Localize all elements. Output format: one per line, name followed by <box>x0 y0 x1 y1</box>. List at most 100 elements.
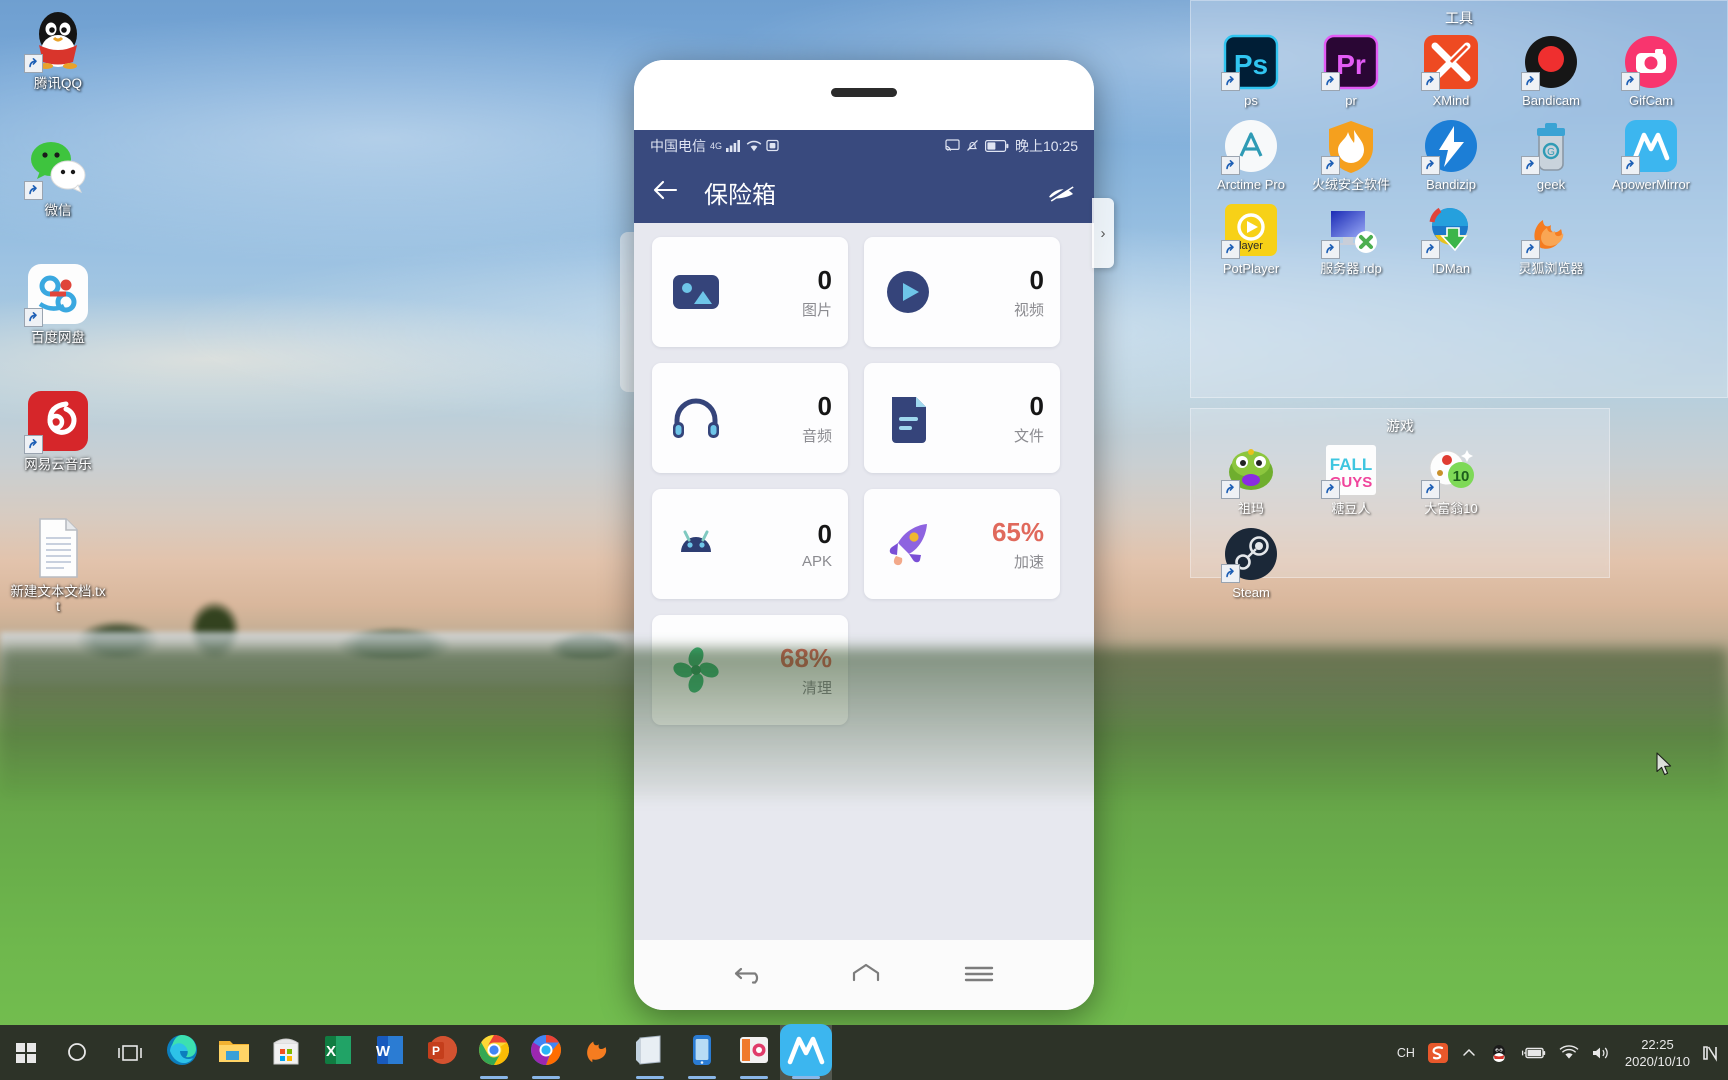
headphones-icon <box>668 390 724 446</box>
shortcut-overlay-icon <box>24 308 43 327</box>
folder-item-pr[interactable]: Pr pr <box>1301 34 1401 108</box>
folder-item-IDMan[interactable]: IDMan <box>1401 202 1501 276</box>
nav-home-icon[interactable] <box>849 961 883 990</box>
folder-item-祖玛[interactable]: 祖玛 <box>1201 442 1301 516</box>
folder-item-Bandizip[interactable]: Bandizip <box>1401 118 1501 192</box>
start-button[interactable] <box>0 1025 52 1080</box>
desktop-icon-4[interactable]: 网易云音乐 <box>10 389 106 472</box>
nav-back-icon[interactable] <box>734 961 768 990</box>
vault-card-meta: 0 音频 <box>724 391 832 446</box>
video-play-icon <box>880 264 936 320</box>
ime-indicator[interactable]: CH <box>1397 1046 1415 1060</box>
signal-icon <box>726 139 742 152</box>
vault-card-value: 0 <box>817 390 832 421</box>
text-file-icon <box>26 516 90 580</box>
vault-card-APK[interactable]: 0 APK <box>652 489 848 599</box>
wifi-tray-icon[interactable] <box>1559 1044 1579 1061</box>
vault-card-视频[interactable]: 0 视频 <box>864 237 1060 347</box>
volume-tray-icon[interactable] <box>1591 1045 1613 1061</box>
taskbar-app-apowermirror-phone[interactable] <box>676 1025 728 1080</box>
taskbar-clock[interactable]: 22:25 2020/10/10 <box>1625 1036 1690 1070</box>
mirror-expand-tab[interactable]: › <box>1092 198 1114 268</box>
vault-card-value: 68% <box>779 642 832 673</box>
vault-card-caption: 音频 <box>801 427 832 445</box>
desktop-icon-label: 微信 <box>44 203 72 218</box>
vault-card-图片[interactable]: 0 图片 <box>652 237 848 347</box>
action-center-icon[interactable] <box>1702 1044 1720 1062</box>
taskbar-app-chrome[interactable] <box>468 1025 520 1080</box>
vault-card-文件[interactable]: 0 文件 <box>864 363 1060 473</box>
folder-item-Arctime Pro[interactable]: Arctime Pro <box>1201 118 1301 192</box>
status-carrier: 中国电信 <box>650 137 706 154</box>
phone-mirror-window[interactable]: 中国电信 4G 晚上10:25 保险箱 0 图片 0 视频 0 音频 0 文件 … <box>634 60 1094 1010</box>
games-folder-panel[interactable]: 游戏 祖玛 FALL GUYS 糖豆人 10 大富翁10 Steam <box>1190 408 1610 600</box>
folder-item-XMind[interactable]: XMind <box>1401 34 1501 108</box>
search-button[interactable] <box>52 1025 104 1080</box>
folder-item-糖豆人[interactable]: FALL GUYS 糖豆人 <box>1301 442 1401 516</box>
powerpoint-icon: P <box>426 1033 458 1072</box>
taskbar-running-indicator <box>480 1076 508 1079</box>
baidu-netdisk-icon <box>24 262 90 327</box>
folder-item-ApowerMirror[interactable]: ApowerMirror <box>1601 118 1701 192</box>
vault-card-清理[interactable]: 68% 清理 <box>652 615 848 725</box>
folder-item-label: PotPlayer <box>1222 261 1280 276</box>
desktop-icon-1[interactable]: 腾讯QQ <box>10 8 106 91</box>
folder-item-label: 祖玛 <box>1237 501 1264 516</box>
desktop[interactable]: 腾讯QQ 微信 百度网盘 网易云音乐 新建文本文档.txt 工具 Ps ps Pr pr XMi… <box>0 0 1728 1080</box>
battery-charging-icon[interactable] <box>1521 1045 1547 1061</box>
phone-top-bezel <box>634 60 1094 130</box>
task-view-button[interactable] <box>104 1025 156 1080</box>
phone-content-area: 0 图片 0 视频 0 音频 0 文件 0 APK 65% 加速 68% 清理 <box>634 223 1094 940</box>
folder-item-灵狐浏览器[interactable]: 灵狐浏览器 <box>1501 202 1601 276</box>
taskbar-app-chromium[interactable] <box>520 1025 572 1080</box>
folder-item-大富翁10[interactable]: 10 大富翁10 <box>1401 442 1501 516</box>
tools-panel-grid: Ps ps Pr pr XMind Bandicam GifCam Arctime Pro 火绒… <box>1191 28 1727 294</box>
desktop-icon-5[interactable]: 新建文本文档.txt <box>10 516 106 614</box>
taskbar-app-excel[interactable]: X <box>312 1025 364 1080</box>
edge-icon <box>165 1033 199 1072</box>
sogou-pinyin-icon[interactable] <box>1427 1042 1449 1064</box>
folder-item-label: GifCam <box>1628 93 1674 108</box>
folder-item-GifCam[interactable]: GifCam <box>1601 34 1701 108</box>
vault-card-meta: 0 APK <box>724 519 832 570</box>
folder-item-Steam[interactable]: Steam <box>1201 526 1301 600</box>
qq-tray-icon[interactable] <box>1489 1043 1509 1063</box>
taskbar-app-powerpoint[interactable]: P <box>416 1025 468 1080</box>
folder-item-geek[interactable]: Ggeek <box>1501 118 1601 192</box>
vault-card-音频[interactable]: 0 音频 <box>652 363 848 473</box>
windows-taskbar[interactable]: X W P CH 22:25 2020/10/10 <box>0 1024 1728 1080</box>
taskbar-app-edge[interactable] <box>156 1025 208 1080</box>
folder-item-火绒安全软件[interactable]: 火绒安全软件 <box>1301 118 1401 192</box>
folder-item-服务器.rdp[interactable]: 服务器.rdp <box>1301 202 1401 276</box>
taskbar-app-linghu-browser[interactable] <box>572 1025 624 1080</box>
battery-icon <box>984 139 1009 152</box>
rdp-file-icon <box>1321 202 1379 259</box>
taskbar-app-file-explorer[interactable] <box>208 1025 260 1080</box>
folder-item-ps[interactable]: Ps ps <box>1201 34 1301 108</box>
tools-folder-panel[interactable]: 工具 Ps ps Pr pr XMind Bandicam GifCam Arctime Pr… <box>1190 0 1728 398</box>
nav-menu-icon[interactable] <box>964 961 994 990</box>
back-arrow-icon[interactable] <box>652 179 686 206</box>
taskbar-app-microsoft-store[interactable] <box>260 1025 312 1080</box>
sim-icon <box>766 139 779 152</box>
folder-item-Bandicam[interactable]: Bandicam <box>1501 34 1601 108</box>
taskbar-app-bandizip-window[interactable] <box>624 1025 676 1080</box>
games-panel-grid: 祖玛 FALL GUYS 糖豆人 10 大富翁10 Steam <box>1191 436 1609 618</box>
taskbar-app-gifcam[interactable] <box>728 1025 780 1080</box>
folder-item-label: Steam <box>1232 585 1270 600</box>
page-title: 保险箱 <box>704 181 776 209</box>
eye-off-icon[interactable] <box>1042 181 1076 203</box>
desktop-icon-2[interactable]: 微信 <box>10 135 106 218</box>
shortcut-overlay-icon <box>1221 240 1240 259</box>
vault-card-加速[interactable]: 65% 加速 <box>864 489 1060 599</box>
desktop-icon-3[interactable]: 百度网盘 <box>10 262 106 345</box>
shortcut-overlay-icon <box>1321 240 1340 259</box>
vault-card-caption: APK <box>801 552 832 570</box>
show-hidden-icons-icon[interactable] <box>1461 1045 1477 1061</box>
taskbar-app-apowermirror[interactable] <box>780 1024 832 1080</box>
shortcut-overlay-icon <box>1321 156 1340 175</box>
phone-earpiece-speaker <box>831 88 897 97</box>
rocket-icon <box>880 516 936 572</box>
folder-item-PotPlayer[interactable]: layer PotPlayer <box>1201 202 1301 276</box>
taskbar-app-word[interactable]: W <box>364 1025 416 1080</box>
